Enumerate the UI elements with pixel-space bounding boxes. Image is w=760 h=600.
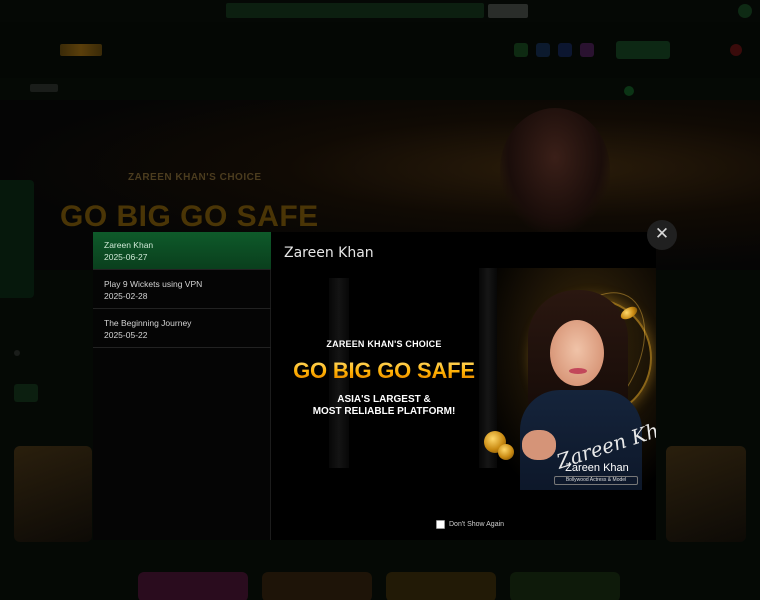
portrait-lips: [569, 368, 587, 374]
telegram-icon: [536, 43, 550, 57]
modal-sidebar: Zareen Khan 2025-06-27 Play 9 Wickets us…: [93, 232, 271, 540]
game-tile: [262, 572, 372, 600]
sidebar-item-beginning-journey[interactable]: The Beginning Journey 2025-05-22: [93, 310, 271, 348]
announcement-close-icon: [738, 4, 752, 18]
language-flag-icon: [730, 44, 742, 56]
game-tile: [14, 446, 92, 542]
sidebar-item-play-9-wickets[interactable]: Play 9 Wickets using VPN 2025-02-28: [93, 271, 271, 309]
game-tile: [666, 446, 746, 542]
carousel-dot: [14, 350, 20, 356]
nav-item: [30, 84, 58, 92]
announcement-modal: Zareen Khan 2025-06-27 Play 9 Wickets us…: [93, 232, 656, 540]
instagram-icon: [580, 43, 594, 57]
promo-role: Bollywood Actress & Model: [554, 476, 638, 485]
site-logo: [60, 44, 102, 56]
hero-banner-subheading: ZAREEN KHAN'S CHOICE: [128, 172, 262, 183]
login-button: [616, 41, 670, 59]
dont-show-again-label: Don't Show Again: [449, 521, 505, 528]
portrait-face: [550, 320, 604, 386]
promo-tagline-line2: MOST RELIABLE PLATFORM!: [312, 406, 456, 417]
whatsapp-icon: [514, 43, 528, 57]
sidebar-item-title: The Beginning Journey: [104, 318, 192, 328]
portrait-hand: [522, 430, 556, 460]
side-tab: [0, 180, 34, 298]
category-chip: [14, 384, 38, 402]
game-tile: [138, 572, 248, 600]
announcement-strip: [226, 3, 484, 18]
game-tile: [386, 572, 496, 600]
sidebar-item-date: 2025-05-22: [104, 330, 148, 340]
checkbox-icon[interactable]: [436, 520, 445, 529]
hero-banner-portrait: [500, 108, 610, 232]
sidebar-item-date: 2025-02-28: [104, 291, 148, 301]
promo-subheading: ZAREEN KHAN'S CHOICE: [326, 339, 442, 349]
sidebar-item-title: Play 9 Wickets using VPN: [104, 279, 203, 289]
sidebar-item-title: Zareen Khan: [104, 240, 154, 250]
gold-coin-icon: [498, 444, 514, 460]
facebook-icon: [558, 43, 572, 57]
promo-portrait: Zareen Khan: [510, 290, 656, 490]
promo-banner-image[interactable]: Zareen Khan ZAREEN KHAN'S CHOICE GO BIG …: [284, 268, 656, 490]
modal-title: Zareen Khan: [284, 245, 374, 261]
promo-name: Zareen Khan: [565, 462, 629, 474]
sidebar-item-zareen-khan[interactable]: Zareen Khan 2025-06-27: [93, 232, 271, 270]
hero-banner-headline: GO BIG GO SAFE: [60, 200, 319, 233]
page: ZAREEN KHAN'S CHOICE GO BIG GO SAFE Zare…: [0, 0, 760, 600]
game-tiles-row: [0, 568, 760, 600]
game-tile: [510, 572, 620, 600]
top-announcement-bar: [0, 0, 760, 22]
close-icon[interactable]: ✕: [647, 220, 677, 250]
promo-headline: GO BIG GO SAFE: [284, 358, 484, 384]
announcement-button: [488, 4, 528, 18]
sidebar-item-date: 2025-06-27: [104, 252, 148, 262]
promo-tagline-line1: ASIA'S LARGEST &: [337, 394, 431, 405]
dont-show-again-checkbox[interactable]: Don't Show Again: [436, 520, 504, 529]
status-dot: [624, 86, 634, 96]
